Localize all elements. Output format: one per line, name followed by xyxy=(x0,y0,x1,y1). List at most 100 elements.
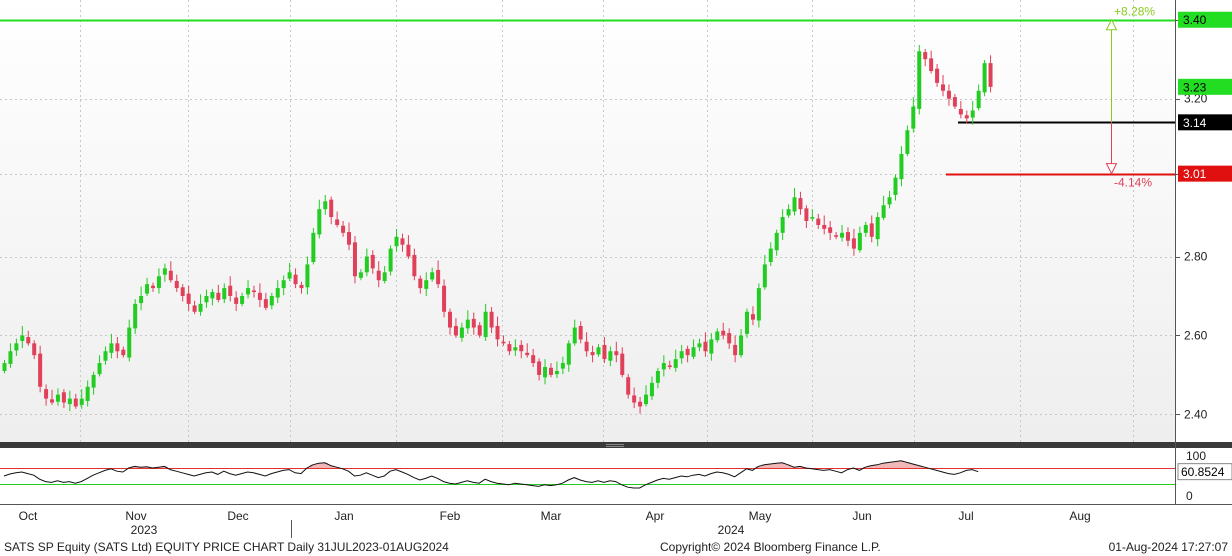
candle-body-up xyxy=(554,370,559,375)
candle-body-down xyxy=(257,292,262,300)
candle-body-up xyxy=(560,363,565,369)
candle-body-down xyxy=(335,219,340,225)
candle-body-down xyxy=(519,344,524,352)
candle-body-down xyxy=(180,287,185,296)
candle-body-up xyxy=(465,319,470,329)
candle-body-down xyxy=(228,285,233,296)
candle-body-up xyxy=(311,232,316,263)
candle-body-up xyxy=(679,351,684,359)
rsi-value-label: 60.8524 xyxy=(1181,465,1225,479)
candle-body-up xyxy=(596,347,601,355)
month-label: Feb xyxy=(440,509,461,523)
candle-body-up xyxy=(715,331,720,341)
candle-body-down xyxy=(620,353,625,375)
candle-body-down xyxy=(851,238,856,249)
candle-body-down xyxy=(477,325,482,336)
candle-body-down xyxy=(168,270,173,281)
candle-body-up xyxy=(364,256,369,273)
candle-body-down xyxy=(50,399,55,403)
candle-body-down xyxy=(418,278,423,289)
candle-body-up xyxy=(79,398,84,405)
month-label: Nov xyxy=(125,509,146,523)
chart-description: SATS SP Equity (SATS Ltd) EQUITY PRICE C… xyxy=(4,540,449,554)
candle-body-down xyxy=(186,293,191,304)
candle-body-down xyxy=(192,305,197,312)
candle-body-up xyxy=(103,351,108,361)
candle-body-up xyxy=(388,248,393,272)
candle-body-up xyxy=(893,177,898,195)
candle-body-up xyxy=(566,343,571,365)
pane-separator-grip xyxy=(606,446,624,447)
candle-body-down xyxy=(436,269,441,285)
candle-body-down xyxy=(834,235,839,237)
month-label: Mar xyxy=(541,509,562,523)
year-label: 2023 xyxy=(131,523,158,537)
candle-body-down xyxy=(750,314,755,320)
candle-body-down xyxy=(584,341,589,352)
candle-body-up xyxy=(145,284,150,294)
candle-body-up xyxy=(281,280,286,289)
rsi-tick-label: 0 xyxy=(1186,489,1193,503)
candle-body-up xyxy=(483,311,488,338)
copyright-notice: Copyright© 2024 Bloomberg Finance L.P. xyxy=(660,540,881,554)
candle-body-down xyxy=(685,348,690,356)
candle-body-up xyxy=(786,209,791,216)
candle-body-down xyxy=(61,392,66,403)
candle-body-up xyxy=(222,288,227,300)
candle-body-up xyxy=(198,303,203,312)
candle-body-down xyxy=(614,351,619,356)
candle-body-up xyxy=(911,106,916,129)
candle-body-up xyxy=(608,351,613,361)
candle-body-down xyxy=(721,330,726,336)
candle-body-up xyxy=(275,288,280,298)
candle-body-up xyxy=(55,394,60,402)
candle-body-down xyxy=(531,355,536,364)
rsi-tick-label: 100 xyxy=(1186,449,1206,463)
candle-body-down xyxy=(347,232,352,245)
candle-body-up xyxy=(691,347,696,357)
candle-body-up xyxy=(768,248,773,263)
candle-body-down xyxy=(958,108,963,115)
candle-body-down xyxy=(263,299,268,308)
annotation-label: +8.28% xyxy=(1114,5,1155,19)
candle-body-up xyxy=(543,367,548,378)
candle-body-down xyxy=(632,395,637,403)
candle-body-up xyxy=(459,327,464,338)
candle-body-up xyxy=(917,51,922,109)
candle-body-up xyxy=(2,363,7,371)
candle-body-up xyxy=(673,359,678,368)
candle-body-down xyxy=(251,290,256,293)
candle-body-down xyxy=(73,398,78,407)
price-tick-label: 2.60 xyxy=(1184,328,1208,342)
price-tick-label: 2.40 xyxy=(1184,407,1208,421)
month-label: Aug xyxy=(1069,509,1090,523)
candle-body-down xyxy=(733,344,738,356)
candle-body-down xyxy=(376,270,381,281)
candle-body-up xyxy=(572,327,577,344)
candle-body-down xyxy=(489,311,494,328)
candle-body-up xyxy=(774,232,779,251)
candle-body-down xyxy=(448,311,452,328)
candle-body-up xyxy=(899,153,904,180)
candle-body-up xyxy=(156,276,161,289)
candle-body-up xyxy=(317,209,322,235)
candle-body-up xyxy=(162,268,167,275)
candle-body-down xyxy=(828,227,833,233)
year-label: 2024 xyxy=(718,523,745,537)
candle-body-up xyxy=(840,232,845,238)
candle-body-up xyxy=(857,232,862,251)
candle-body-down xyxy=(816,218,821,225)
candle-body-down xyxy=(352,242,357,277)
candle-body-down xyxy=(234,297,239,304)
candle-body-up xyxy=(887,197,892,205)
candle-body-up xyxy=(133,303,138,329)
equity-price-chart: +8.28% -4.14% 100 0 60.8524 2.40 2.60 2.80 3.0… xyxy=(0,0,1232,556)
candle-body-up xyxy=(204,295,209,303)
candle-body-down xyxy=(151,285,155,289)
candle-body-down xyxy=(38,353,43,387)
candle-body-up xyxy=(20,335,25,341)
candle-body-down xyxy=(525,352,530,356)
candle-body-up xyxy=(976,90,981,109)
candle-body-up xyxy=(875,217,880,240)
candle-body-down xyxy=(964,115,969,119)
